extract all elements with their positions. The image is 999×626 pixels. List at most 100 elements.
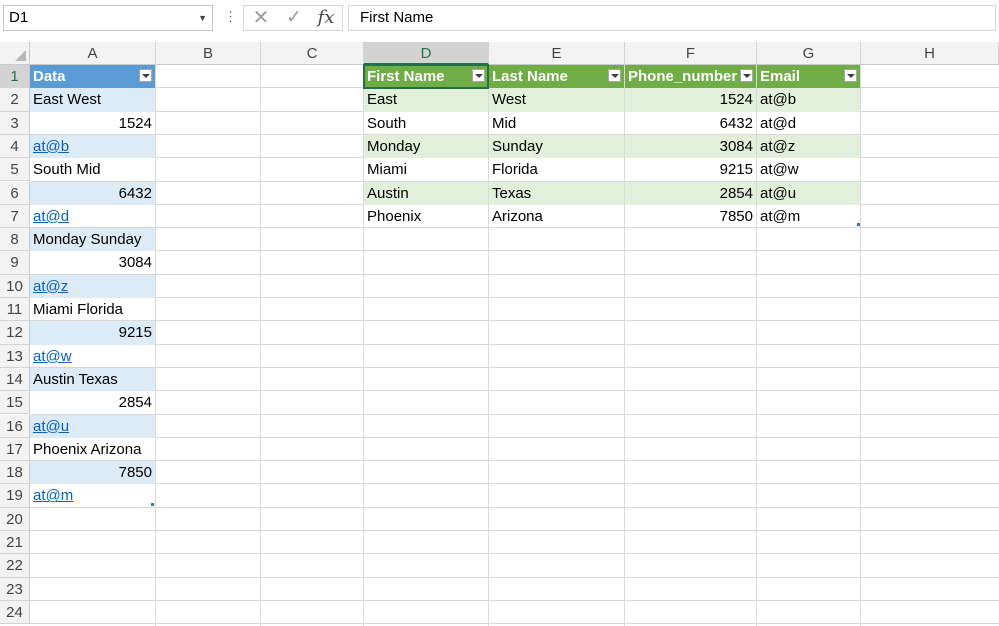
row-header-20[interactable]: 20: [0, 507, 30, 531]
email-link[interactable]: at@u: [30, 414, 155, 438]
row-header-4[interactable]: 4: [0, 134, 30, 159]
email-link[interactable]: at@d: [30, 205, 155, 228]
column-header-g[interactable]: G: [757, 42, 861, 65]
data-cell[interactable]: 3084: [30, 251, 155, 274]
row-header-14[interactable]: 14: [0, 367, 30, 392]
table-cell[interactable]: Miami: [364, 158, 488, 181]
table-cell[interactable]: Arizona: [489, 205, 624, 228]
row-header-17[interactable]: 17: [0, 437, 30, 462]
column-header-b[interactable]: B: [156, 42, 261, 65]
column-header-h[interactable]: H: [861, 42, 999, 65]
row-header-21[interactable]: 21: [0, 531, 30, 555]
gridline-horizontal: [30, 553, 999, 555]
table-cell[interactable]: at@m: [757, 205, 860, 228]
gridline-vertical: [860, 65, 861, 626]
table-cell[interactable]: South: [364, 112, 488, 135]
data-cell[interactable]: 7850: [30, 461, 155, 485]
email-link[interactable]: at@m: [30, 484, 155, 507]
table-cell[interactable]: 2854: [625, 181, 756, 205]
enter-icon[interactable]: ✓: [280, 6, 308, 30]
column-header-c[interactable]: C: [261, 42, 364, 65]
table-cell[interactable]: Florida: [489, 158, 624, 181]
table-cell[interactable]: at@z: [757, 134, 860, 159]
table-header-last-name[interactable]: Last Name: [489, 65, 624, 89]
table-cell[interactable]: at@b: [757, 88, 860, 112]
data-cell[interactable]: South Mid: [30, 158, 155, 181]
filter-dropdown-icon[interactable]: [139, 69, 152, 82]
cancel-icon[interactable]: ✕: [247, 6, 275, 30]
column-header-d[interactable]: D: [364, 42, 489, 65]
data-cell[interactable]: Phoenix Arizona: [30, 438, 155, 461]
row-header-6[interactable]: 6: [0, 181, 30, 205]
filter-dropdown-icon[interactable]: [844, 69, 857, 82]
column-header-f[interactable]: F: [625, 42, 757, 65]
row-header-18[interactable]: 18: [0, 461, 30, 485]
table-cell[interactable]: at@d: [757, 112, 860, 135]
table-cell[interactable]: Mid: [489, 112, 624, 135]
row-header-2[interactable]: 2: [0, 88, 30, 112]
table-cell[interactable]: West: [489, 88, 624, 112]
name-box[interactable]: D1 ▼: [3, 5, 213, 31]
table-cell[interactable]: Phoenix: [364, 205, 488, 228]
filter-dropdown-icon[interactable]: [472, 69, 485, 82]
filter-dropdown-icon[interactable]: [740, 69, 753, 82]
column-a-header-data[interactable]: Data: [30, 65, 155, 89]
email-link[interactable]: at@w: [30, 345, 155, 368]
select-all-icon[interactable]: [15, 50, 26, 61]
table-cell[interactable]: 9215: [625, 158, 756, 181]
table-cell[interactable]: 7850: [625, 205, 756, 228]
table-cell[interactable]: 6432: [625, 112, 756, 135]
chevron-down-icon[interactable]: ▼: [198, 6, 207, 30]
data-cell[interactable]: 9215: [30, 321, 155, 345]
column-header-e[interactable]: E: [489, 42, 625, 65]
row-header-16[interactable]: 16: [0, 414, 30, 438]
worksheet-grid[interactable]: A B C D E F G H 1 2 3 4 5 6 7 8 9 10 11 12 13 14 15 16 17 18 19 20 2…: [0, 42, 999, 626]
table-cell[interactable]: Austin: [364, 181, 488, 205]
data-cell[interactable]: 1524: [30, 112, 155, 135]
more-options-icon[interactable]: ⋮: [224, 9, 237, 25]
email-link[interactable]: at@z: [30, 274, 155, 298]
row-header-13[interactable]: 13: [0, 344, 30, 368]
filter-dropdown-icon[interactable]: [608, 69, 621, 82]
row-header-9[interactable]: 9: [0, 251, 30, 275]
table-cell[interactable]: at@u: [757, 181, 860, 205]
table-cell[interactable]: East: [364, 88, 488, 112]
data-cell[interactable]: East West: [30, 88, 155, 112]
select-all-corner[interactable]: [0, 42, 30, 65]
row-header-11[interactable]: 11: [0, 298, 30, 322]
row-header-15[interactable]: 15: [0, 391, 30, 415]
row-header-10[interactable]: 10: [0, 274, 30, 298]
gridline-vertical: [260, 65, 261, 626]
data-cell[interactable]: Monday Sunday: [30, 228, 155, 252]
table-header-email[interactable]: Email: [757, 65, 860, 89]
table-resize-handle[interactable]: [857, 223, 860, 227]
row-header-23[interactable]: 23: [0, 577, 30, 601]
email-link[interactable]: at@b: [30, 134, 155, 159]
insert-function-icon[interactable]: fx: [312, 6, 340, 30]
row-header-22[interactable]: 22: [0, 554, 30, 578]
row-header-24[interactable]: 24: [0, 600, 30, 625]
gridline-horizontal: [30, 506, 999, 508]
table-cell[interactable]: 3084: [625, 134, 756, 159]
table-header-first-name[interactable]: First Name: [364, 65, 488, 89]
table-resize-handle[interactable]: [151, 502, 154, 506]
table-header-phone-number[interactable]: Phone_number: [625, 65, 756, 89]
table-cell[interactable]: Texas: [489, 181, 624, 205]
row-header-12[interactable]: 12: [0, 321, 30, 345]
row-header-7[interactable]: 7: [0, 204, 30, 229]
row-header-5[interactable]: 5: [0, 158, 30, 182]
row-header-1[interactable]: 1: [0, 65, 30, 89]
data-cell[interactable]: 6432: [30, 181, 155, 205]
row-header-3[interactable]: 3: [0, 111, 30, 135]
row-header-8[interactable]: 8: [0, 228, 30, 252]
table-cell[interactable]: 1524: [625, 88, 756, 112]
data-cell[interactable]: Austin Texas: [30, 367, 155, 392]
table-cell[interactable]: Monday: [364, 134, 488, 159]
data-cell[interactable]: 2854: [30, 391, 155, 414]
data-cell[interactable]: Miami Florida: [30, 298, 155, 321]
row-header-19[interactable]: 19: [0, 484, 30, 508]
table-cell[interactable]: at@w: [757, 158, 860, 181]
formula-input[interactable]: First Name: [348, 5, 996, 31]
table-cell[interactable]: Sunday: [489, 134, 624, 159]
column-header-a[interactable]: A: [30, 42, 156, 65]
